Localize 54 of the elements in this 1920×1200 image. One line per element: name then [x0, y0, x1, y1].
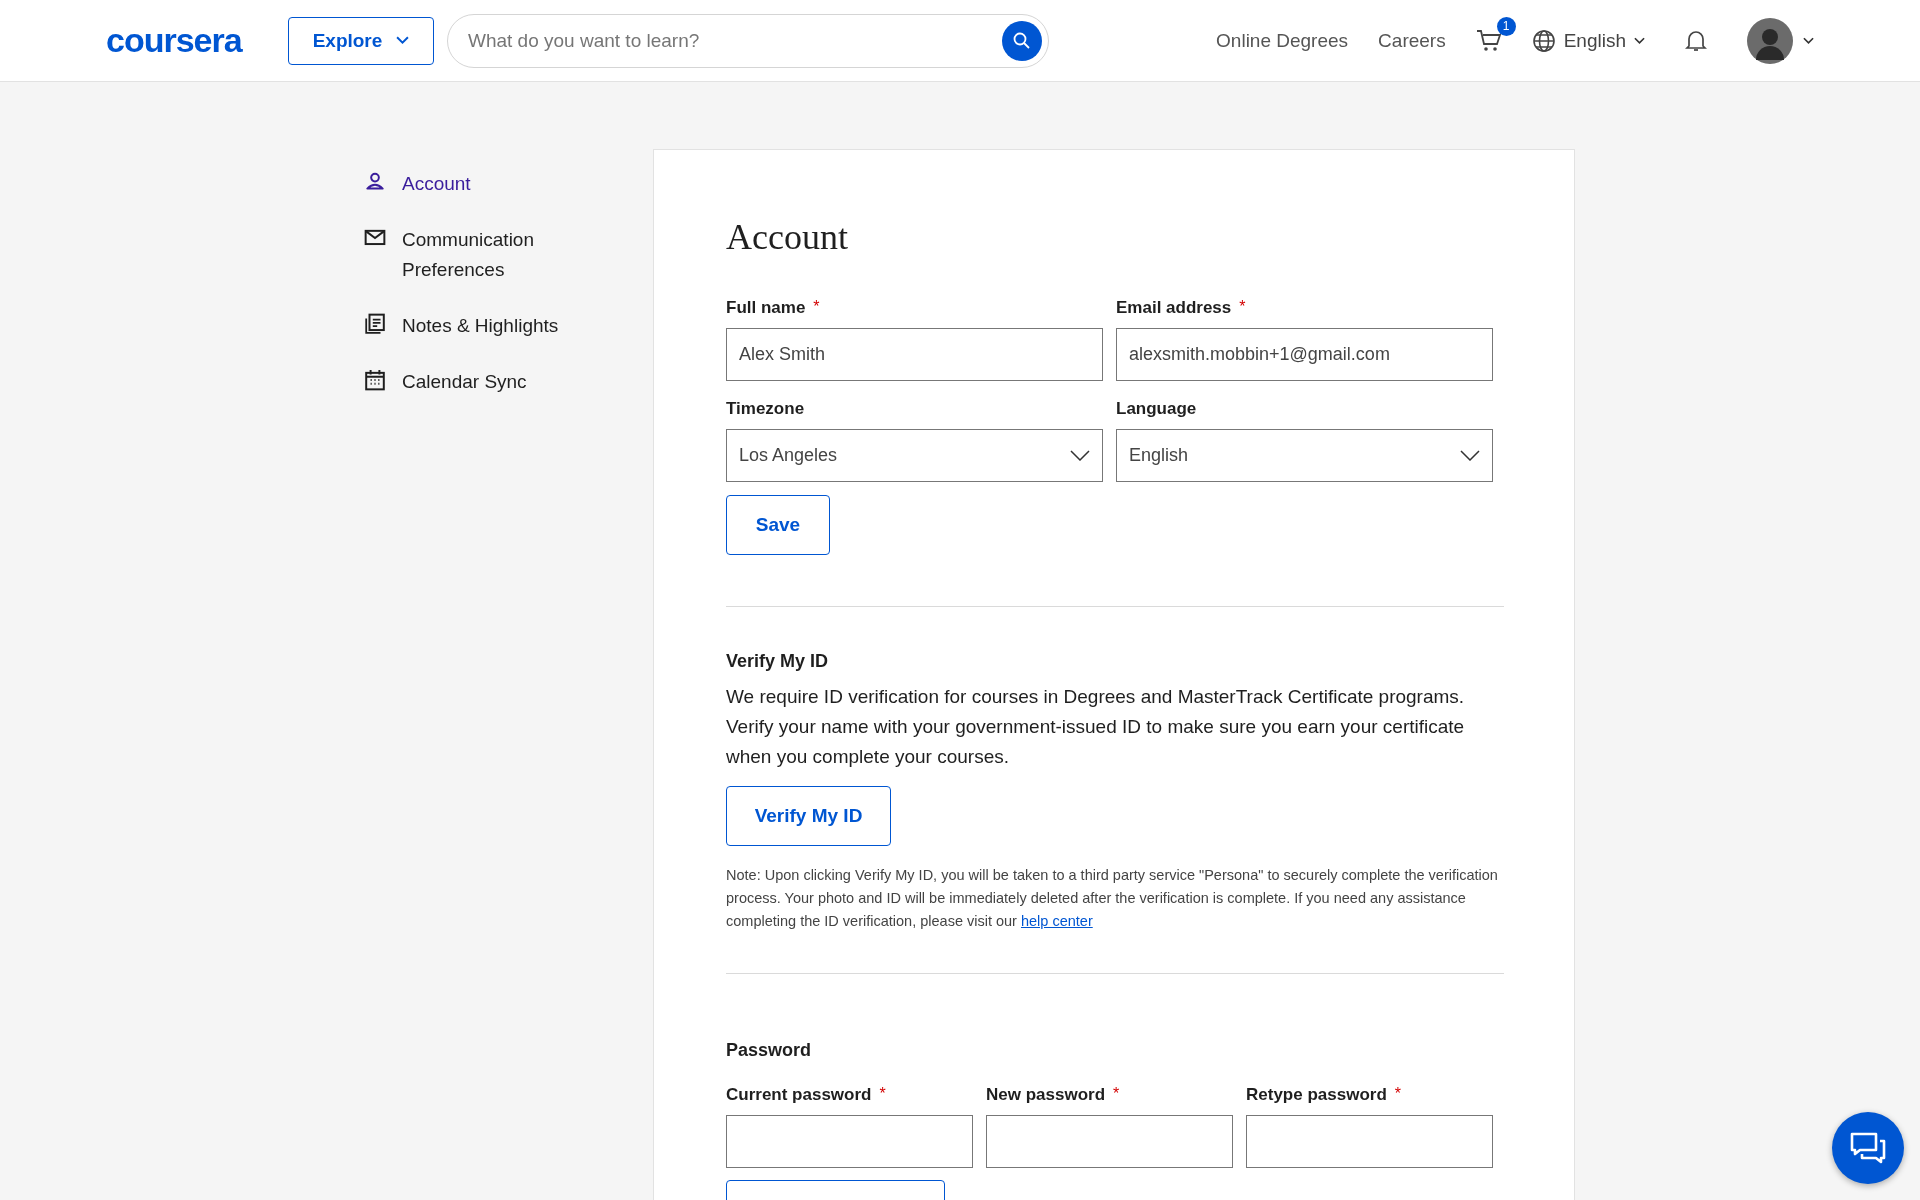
language-label: English	[1563, 29, 1626, 52]
caret-icon	[396, 36, 410, 45]
sidebar-item[interactable]: Communication Preferences	[364, 225, 653, 285]
globe-icon	[1531, 28, 1556, 53]
help-center-link[interactable]: help center	[1021, 913, 1093, 929]
field-label: Language	[1116, 399, 1197, 419]
password-field[interactable]	[726, 1115, 973, 1168]
text-field[interactable]: Alex Smith	[726, 328, 1103, 381]
field-label: Full name	[726, 298, 806, 318]
sidebar-item[interactable]: Notes & Highlights	[364, 311, 653, 341]
sidebar-item[interactable]: Account	[364, 169, 653, 199]
cart-icon[interactable]	[1475, 28, 1502, 53]
sidebar-item[interactable]: Calendar Sync	[364, 367, 653, 397]
verification-note: Note: Upon clicking Verify My ID, you will be taken to a third party service "Persona" to securely complete the verification process. Your photo and ID will be immediately deleted after the verification is complete. If you need any assistance completing the ID verification, please visit our help center	[726, 866, 1499, 931]
page-title: Account	[726, 216, 849, 258]
dropdown-field[interactable]: Los Angeles	[726, 429, 1103, 482]
required-mark: *	[1394, 1085, 1401, 1103]
avatar[interactable]	[1747, 17, 1793, 64]
chevron-down-icon	[1460, 450, 1480, 461]
save-button[interactable]: Save	[726, 495, 830, 555]
required-mark: *	[879, 1085, 886, 1103]
section-title: Verify My ID	[726, 651, 830, 672]
explore-button[interactable]: Explore	[288, 16, 434, 65]
text-field[interactable]: alexsmith.mobbin+1@gmail.com	[1116, 328, 1493, 381]
section-title: Password	[726, 1040, 813, 1061]
chevron-down-icon	[1070, 450, 1090, 461]
cart-count-badge: 1	[1496, 16, 1516, 36]
calendar-icon	[364, 369, 386, 391]
search-icon	[1012, 30, 1032, 51]
dropdown-field[interactable]: English	[1116, 429, 1493, 482]
logo[interactable]: coursera	[106, 21, 272, 60]
notification-bell-icon[interactable]	[1685, 28, 1707, 53]
chat-icon	[1850, 1132, 1886, 1164]
caret-icon	[1634, 36, 1645, 45]
field-label: Timezone	[726, 399, 805, 419]
field-label: Retype password	[1246, 1085, 1387, 1105]
field-label: Current password	[726, 1085, 872, 1105]
search-field[interactable]: What do you want to learn?	[447, 13, 1049, 68]
chat-button[interactable]	[1832, 1112, 1904, 1184]
nav-link[interactable]: Careers	[1378, 29, 1446, 52]
required-mark: *	[1239, 298, 1246, 316]
password-field[interactable]	[986, 1115, 1233, 1168]
field-label: New password	[986, 1085, 1106, 1105]
verify-id-button[interactable]: Verify My ID	[726, 786, 891, 846]
password-field[interactable]	[1246, 1115, 1493, 1168]
person-icon	[364, 171, 386, 193]
required-mark: *	[813, 298, 820, 316]
language-menu[interactable]: English	[1531, 28, 1645, 53]
notes-icon	[364, 313, 386, 335]
caret-icon[interactable]	[1803, 36, 1814, 45]
nav-link[interactable]: Online Degrees	[1216, 29, 1349, 52]
field-label: Email address	[1116, 298, 1232, 318]
required-mark: *	[1113, 1085, 1120, 1103]
verify-description: We require ID verification for courses in Degrees and MasterTrack Certificate programs. Verify your name with your government-issued ID to make sure you earn your certificate when you complete your courses.	[726, 685, 1466, 769]
